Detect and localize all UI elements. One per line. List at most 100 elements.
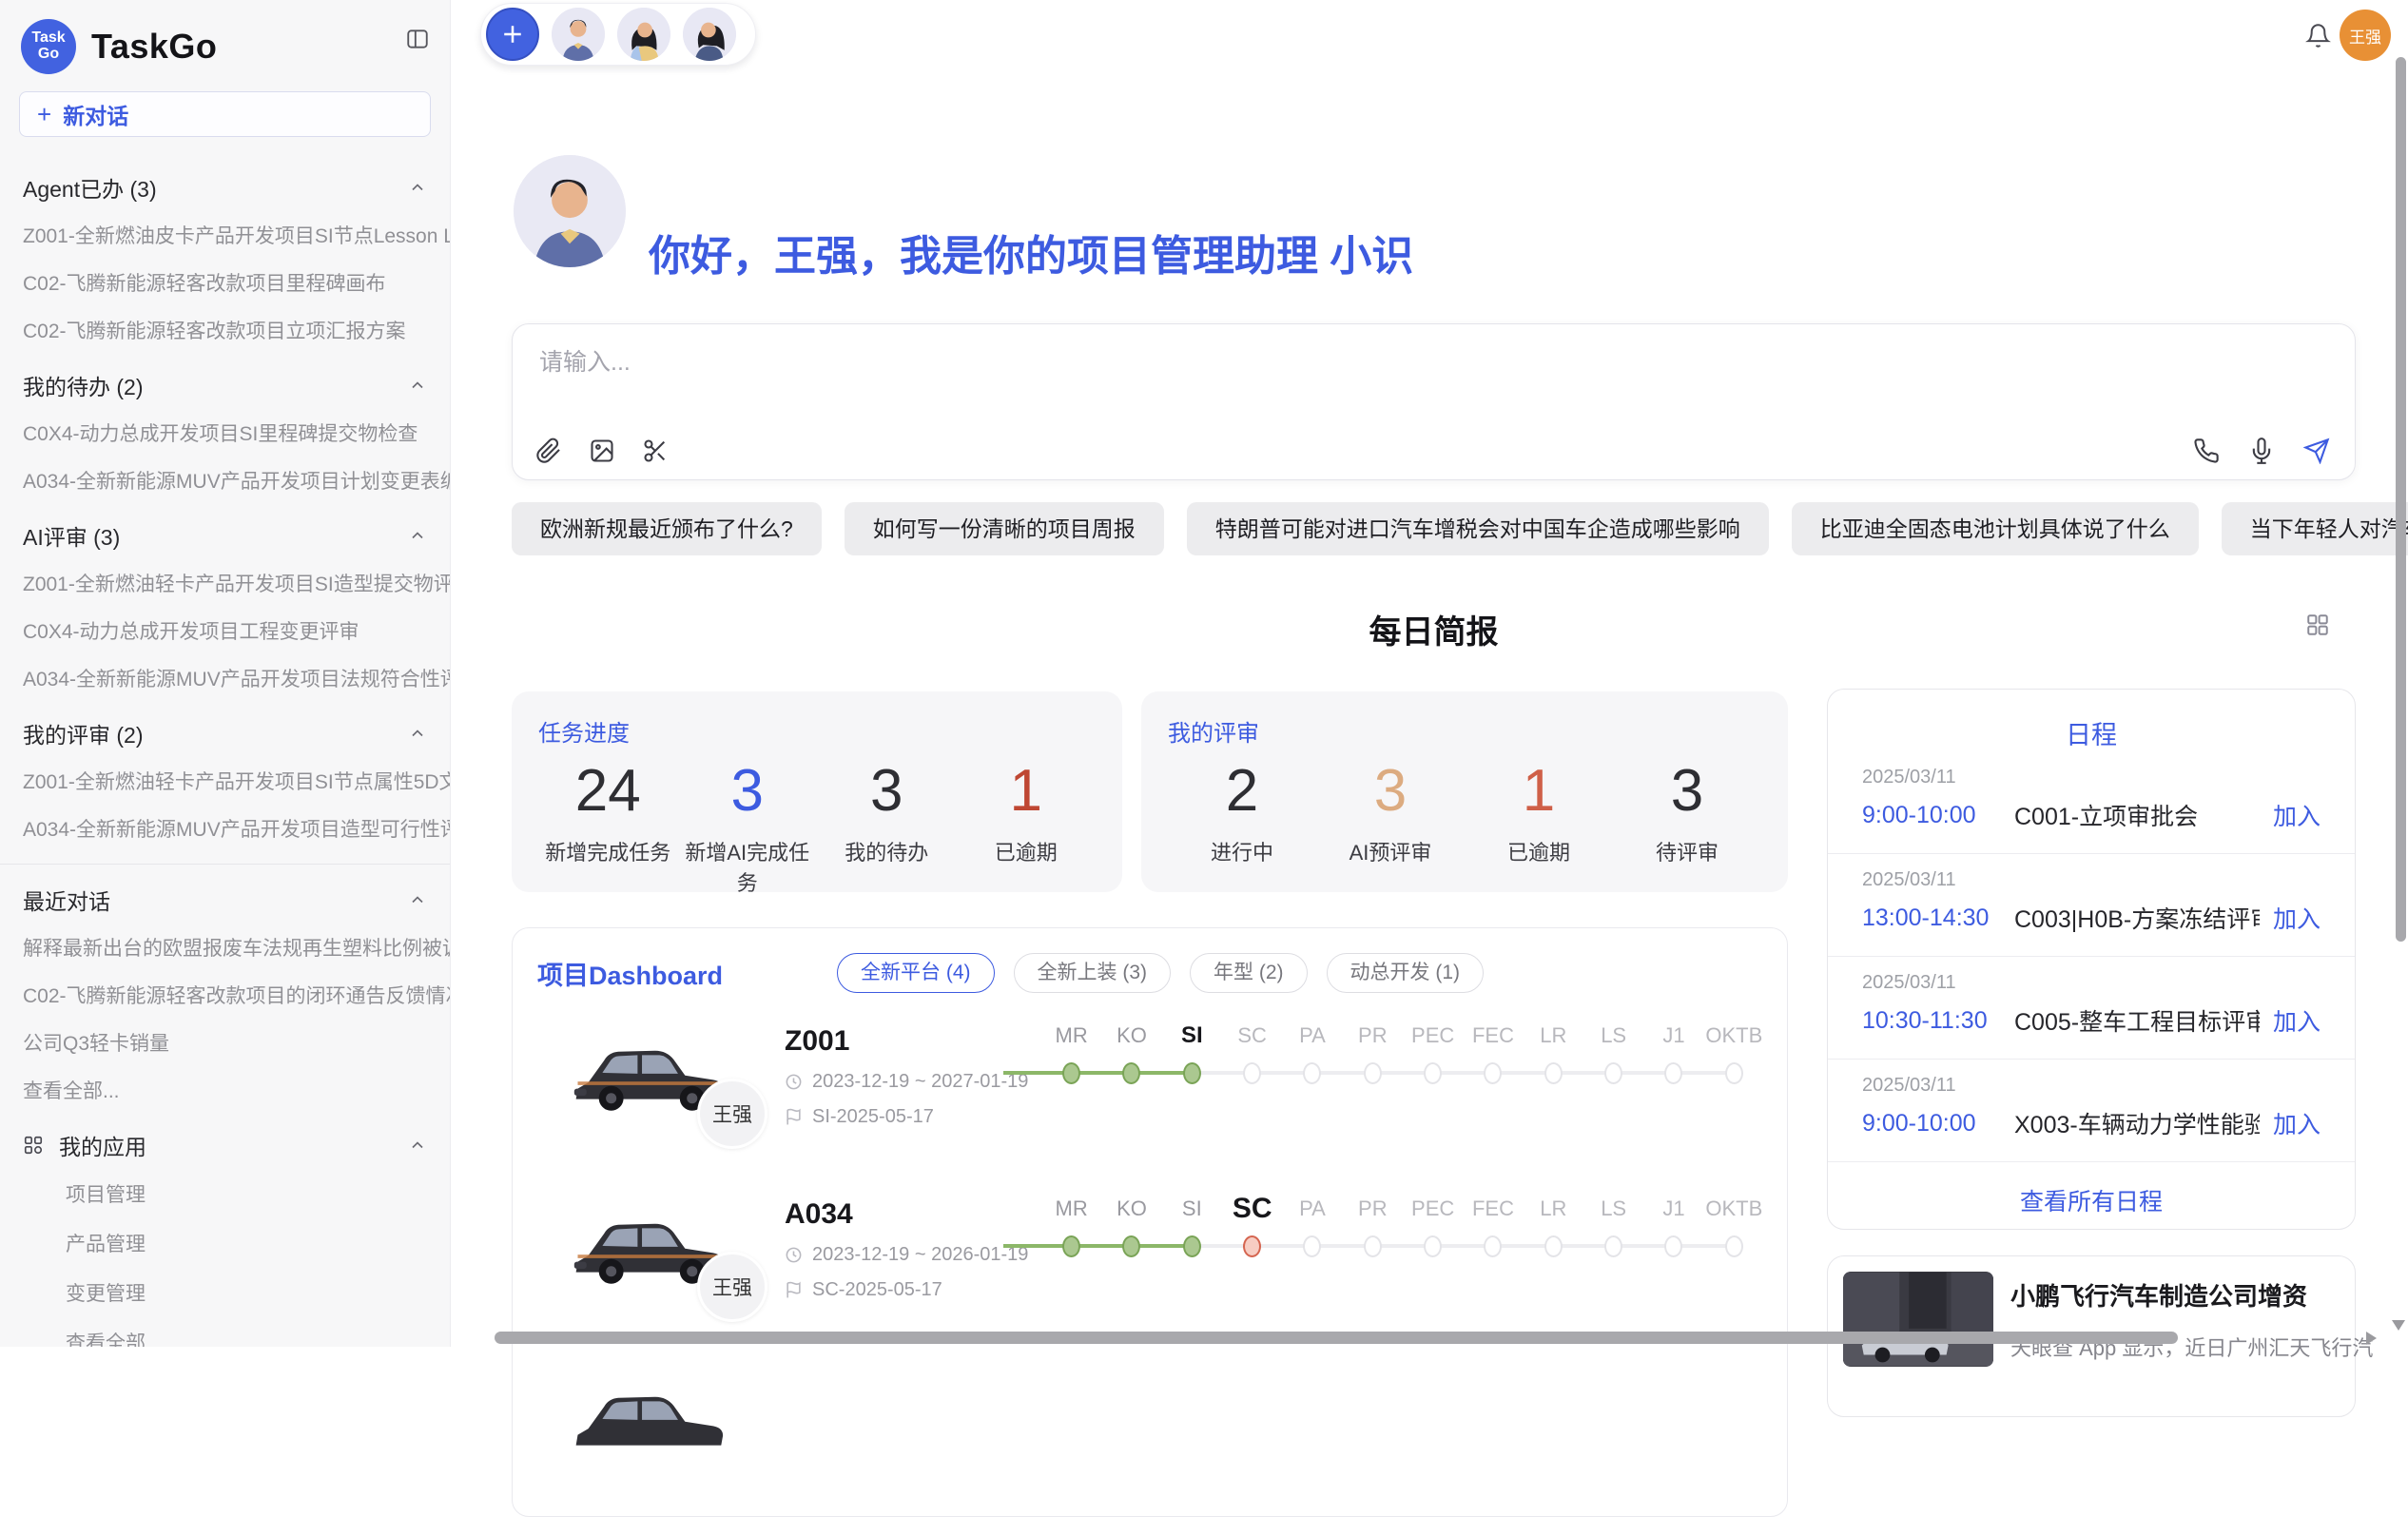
section-recent-chats[interactable]: 最近对话 — [0, 868, 450, 924]
view-all-chats[interactable]: 查看全部... — [0, 1066, 450, 1114]
tab-year-model[interactable]: 年型 (2) — [1190, 953, 1308, 993]
list-item[interactable]: Z001-全新燃油皮卡产品开发项目SI节点Lesson Learn报告 — [0, 211, 450, 259]
horizontal-scrollbar[interactable] — [495, 1332, 2178, 1344]
sidebar-item-change-mgmt[interactable]: 变更管理 — [0, 1268, 450, 1317]
stat-value: 2 — [1168, 757, 1316, 825]
stat-review-overdue: 1 已逾期 — [1465, 757, 1613, 866]
tab-powertrain[interactable]: 动总开发 (1) — [1327, 953, 1485, 993]
add-agent-button[interactable] — [486, 8, 539, 61]
section-label: AI评审 (3) — [23, 519, 120, 552]
project-flag-milestone: SI-2025-05-17 — [785, 1106, 1032, 1128]
phone-icon[interactable] — [2193, 438, 2220, 464]
schedule-item: 2025/03/11 10:30-11:30 C005-整车工程目标评审 加入 — [1828, 957, 2355, 1060]
clock-icon — [785, 1246, 803, 1264]
schedule-date: 2025/03/11 — [1862, 869, 2321, 891]
list-item[interactable]: A034-全新新能源MUV产品开发项目造型可行性评审 — [0, 805, 450, 852]
section-my-todo[interactable]: 我的待办 (2) — [0, 354, 450, 409]
list-item[interactable]: A034-全新新能源MUV产品开发项目计划变更表编写 — [0, 457, 450, 504]
milestone-label: SI — [1162, 1195, 1222, 1223]
milestone-label: J1 — [1643, 1195, 1703, 1223]
list-item[interactable]: C0X4-动力总成开发项目工程变更评审 — [0, 607, 450, 654]
section-ai-review[interactable]: AI评审 (3) — [0, 504, 450, 559]
list-item[interactable]: C02-飞腾新能源轻客改款项目立项汇报方案 — [0, 306, 450, 354]
suggestion-chip[interactable]: 特朗普可能对进口汽车增税会对中国车企造成哪些影响 — [1187, 502, 1769, 555]
chevron-up-icon[interactable] — [408, 724, 427, 743]
join-button[interactable]: 加入 — [2273, 1003, 2321, 1038]
project-owner-avatar: 王强 — [697, 1079, 767, 1149]
scissors-icon[interactable] — [642, 438, 669, 464]
section-agent-done[interactable]: Agent已办 (3) — [0, 156, 450, 211]
vertical-scrollbar[interactable] — [2396, 57, 2406, 942]
plus-icon — [498, 20, 527, 49]
list-item[interactable]: Z001-全新燃油轻卡产品开发项目SI节点属性5D文件评审 — [0, 757, 450, 805]
suggestion-chip[interactable]: 当下年轻人对汽车外观有怎样的喜好趋势 — [2222, 502, 2408, 555]
scroll-right-arrow-icon[interactable] — [2366, 1332, 2377, 1345]
user-name: 王强 — [2349, 24, 2381, 48]
image-icon[interactable] — [589, 438, 615, 464]
app-logo: Task Go — [21, 19, 76, 74]
sidebar-item-project-mgmt[interactable]: 项目管理 — [0, 1169, 450, 1218]
agent-avatar-1[interactable] — [552, 8, 605, 61]
project-row-clipped — [537, 1362, 1762, 1512]
milestone-label: PR — [1343, 1195, 1403, 1223]
suggestion-chip[interactable]: 比亚迪全固态电池计划具体说了什么 — [1792, 502, 2199, 555]
tab-new-platform[interactable]: 全新平台 (4) — [837, 953, 995, 993]
stat-value: 1 — [1465, 757, 1613, 825]
list-item[interactable]: C02-飞腾新能源轻客改款项目的闭环通告反馈情况 — [0, 971, 450, 1019]
milestone-label: OKTB — [1704, 1195, 1764, 1223]
paperclip-icon[interactable] — [535, 438, 562, 464]
schedule-time: 10:30-11:30 — [1862, 1007, 2014, 1035]
list-item[interactable]: C0X4-动力总成开发项目SI里程碑提交物检查 — [0, 409, 450, 457]
sidebar-item-my-apps[interactable]: 我的应用 — [0, 1114, 450, 1169]
app-logo-bottom: Go — [38, 47, 59, 63]
schedule-name: C005-整车工程目标评审 — [2014, 1003, 2260, 1038]
flag-icon — [785, 1108, 803, 1126]
chevron-up-icon[interactable] — [408, 890, 427, 909]
briefing-title: 每日简报 — [512, 606, 2356, 652]
list-item[interactable]: C02-飞腾新能源轻客改款项目里程碑画布 — [0, 259, 450, 306]
mic-icon[interactable] — [2248, 438, 2275, 464]
list-item[interactable]: Z001-全新燃油轻卡产品开发项目SI造型提交物评审 — [0, 559, 450, 607]
project-date-range: 2023-12-19 ~ 2027-01-19 — [785, 1071, 1032, 1093]
chevron-up-icon[interactable] — [408, 1136, 427, 1155]
section-label: 我的待办 (2) — [23, 369, 144, 401]
join-button[interactable]: 加入 — [2273, 1106, 2321, 1140]
schedule-title: 日程 — [1828, 714, 2355, 751]
project-row[interactable]: 王强 Z001 2023-12-19 ~ 2027-01-19 SI-2025-… — [537, 1016, 1762, 1166]
suggestion-chip[interactable]: 欧洲新规最近颁布了什么? — [512, 502, 822, 555]
join-button[interactable]: 加入 — [2273, 798, 2321, 832]
agent-avatar-2[interactable] — [617, 8, 670, 61]
layout-grid-icon[interactable] — [2305, 613, 2330, 637]
list-item[interactable]: A034-全新新能源MUV产品开发项目法规符合性评审 — [0, 654, 450, 702]
stat-new-done: 24 新增完成任务 — [538, 757, 678, 897]
sidebar-item-product-mgmt[interactable]: 产品管理 — [0, 1218, 450, 1268]
list-item[interactable]: 公司Q3轻卡销量 — [0, 1019, 450, 1066]
stat-label: 我的待办 — [817, 836, 957, 866]
list-item[interactable]: 解释最新出台的欧盟报废车法规再生塑料比例被调至15%... — [0, 924, 450, 971]
view-all-schedule[interactable]: 查看所有日程 — [1828, 1183, 2355, 1217]
milestone-label: MR — [1041, 1195, 1101, 1223]
join-button[interactable]: 加入 — [2273, 901, 2321, 935]
dashboard-tabs: 全新平台 (4) 全新上装 (3) 年型 (2) 动总开发 (1) — [837, 953, 1484, 993]
chat-input[interactable] — [539, 349, 2061, 377]
chevron-up-icon[interactable] — [408, 178, 427, 197]
collapse-sidebar-icon[interactable] — [404, 27, 431, 51]
suggestion-chip[interactable]: 如何写一份清晰的项目周报 — [845, 502, 1164, 555]
schedule-date: 2025/03/11 — [1862, 1075, 2321, 1097]
composer — [512, 323, 2356, 480]
project-row[interactable]: 王强 A034 2023-12-19 ~ 2026-01-19 SC-2025-… — [537, 1189, 1762, 1339]
chevron-up-icon[interactable] — [408, 526, 427, 545]
send-icon[interactable] — [2303, 438, 2330, 464]
user-avatar[interactable]: 王强 — [2340, 10, 2391, 61]
stat-value: 3 — [1613, 757, 1761, 825]
new-chat-button[interactable]: + 新对话 — [19, 91, 431, 137]
section-my-review[interactable]: 我的评审 (2) — [0, 702, 450, 757]
schedule-time: 9:00-10:00 — [1862, 802, 2014, 829]
bell-icon[interactable] — [2305, 23, 2331, 49]
section-label: 我的评审 (2) — [23, 717, 144, 749]
view-all-apps[interactable]: 查看全部... — [0, 1317, 450, 1347]
scroll-down-arrow-icon[interactable] — [2392, 1320, 2405, 1331]
chevron-up-icon[interactable] — [408, 376, 427, 395]
agent-avatar-3[interactable] — [683, 8, 736, 61]
tab-new-body[interactable]: 全新上装 (3) — [1014, 953, 1172, 993]
